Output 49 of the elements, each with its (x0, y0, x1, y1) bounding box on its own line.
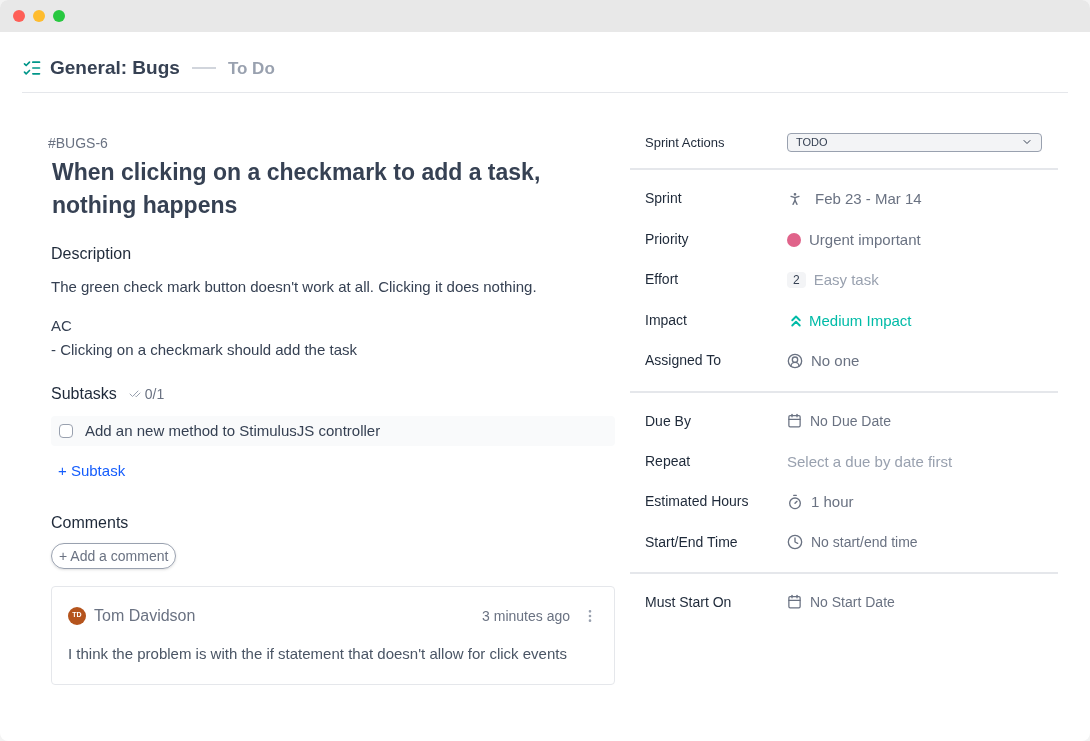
minimize-window-button[interactable] (33, 10, 45, 22)
property-value[interactable]: No one (811, 350, 860, 373)
property-value[interactable]: Urgent important (809, 228, 921, 251)
status-label: To Do (227, 57, 275, 80)
sprint-actions-dropdown[interactable]: TODO (787, 132, 1042, 152)
description-text: - Clicking on a checkmark should add the task (51, 340, 358, 360)
property-value[interactable]: 1 hour (811, 491, 854, 514)
comment-time: 3 minutes ago (482, 606, 570, 626)
property-label: Priority (645, 229, 690, 249)
property-label: Effort (645, 270, 680, 289)
maximize-window-button[interactable] (53, 10, 65, 22)
calendar-icon (787, 594, 802, 609)
comment-author: Tom Davidson (94, 605, 196, 626)
property-label: Repeat (645, 451, 692, 471)
property-label: Impact (645, 310, 688, 330)
property-label: Estimated Hours (645, 492, 750, 511)
clock-icon (787, 533, 803, 550)
subtask-checkbox[interactable] (59, 424, 73, 438)
property-value[interactable]: No start/end time (811, 531, 918, 552)
project-title: General: Bugs (50, 56, 180, 80)
task-title: When clicking on a checkmark to add a task, nothing happens (52, 157, 542, 220)
task-key: #BUGS-6 (48, 132, 615, 153)
double-check-icon (128, 388, 141, 400)
subtask-row[interactable]: Add an new method to StimulusJS controller (51, 416, 615, 446)
calendar-icon (787, 413, 802, 428)
property-value[interactable]: Feb 23 - Mar 14 (815, 188, 922, 211)
subtask-count: 0/1 (144, 385, 165, 404)
description-text: The green check mark button doesn't work at all. Clicking it does nothing. (51, 276, 538, 297)
stopwatch-icon (787, 494, 803, 511)
close-window-button[interactable] (13, 10, 25, 22)
comment-text: I think the problem is with the if statement that doesn't allow for click events (68, 643, 568, 664)
property-value[interactable]: Select a due by date first (787, 450, 953, 473)
description-text: AC (51, 316, 73, 336)
user-icon (787, 353, 803, 370)
property-label: Sprint (645, 189, 683, 208)
add-subtask-button[interactable]: + Subtask (58, 460, 126, 483)
property-value[interactable]: No Start Date (810, 591, 895, 612)
effort-badge: 2 (787, 272, 806, 289)
subtask-label: Add an new method to StimulusJS controller (85, 420, 381, 441)
property-label: Sprint Actions (645, 133, 726, 152)
section-heading: Comments (51, 512, 130, 533)
property-label: Must Start On (645, 592, 733, 612)
property-label: Due By (645, 411, 692, 431)
property-label: Start/End Time (645, 532, 739, 552)
property-value[interactable]: Easy task (813, 269, 879, 292)
section-heading: Description (51, 243, 133, 264)
section-heading: Subtasks (51, 384, 117, 404)
property-value[interactable]: No Due Date (810, 410, 891, 431)
property-label: Assigned To (645, 351, 722, 370)
